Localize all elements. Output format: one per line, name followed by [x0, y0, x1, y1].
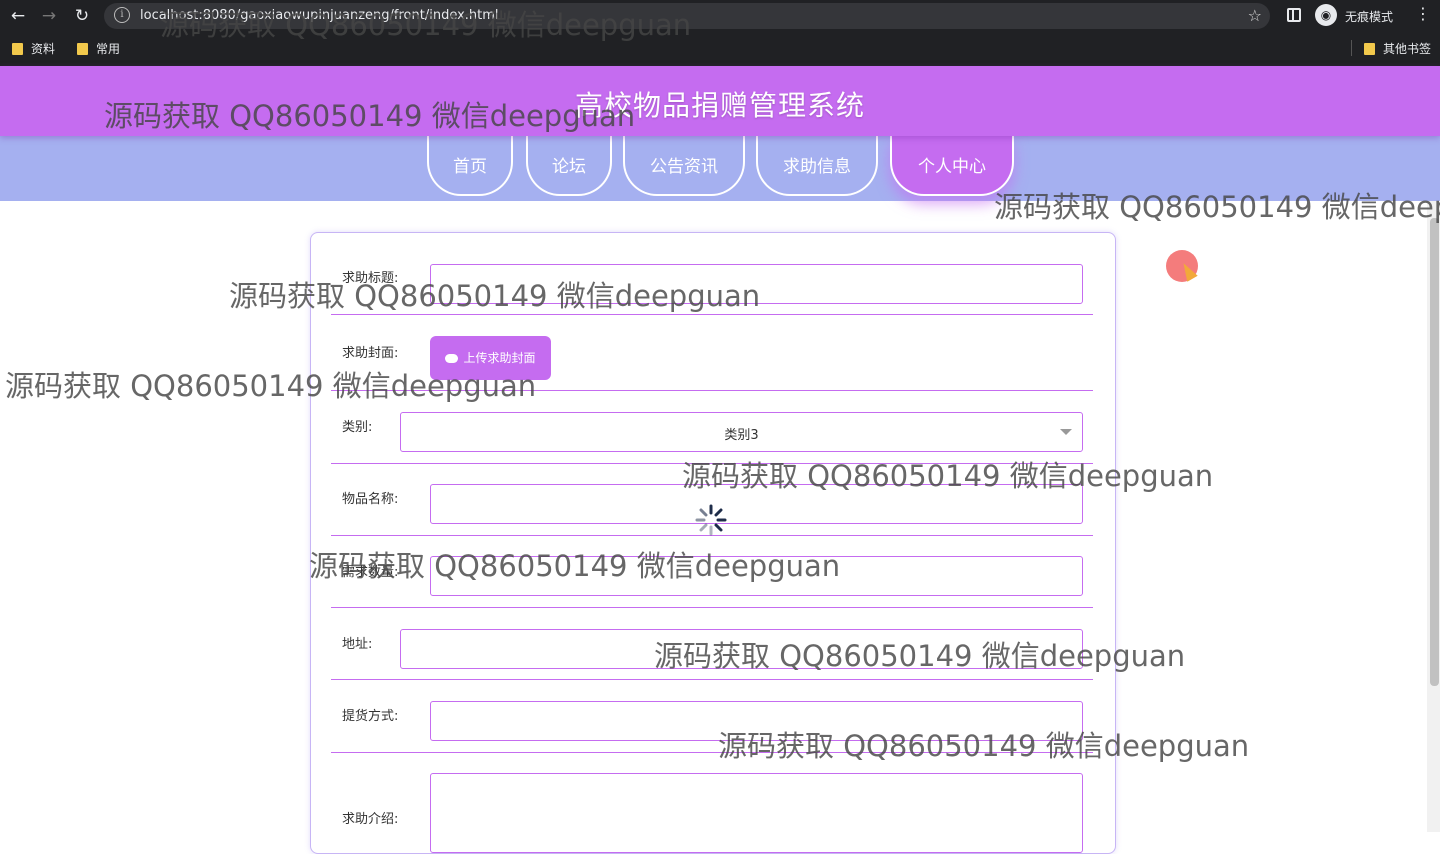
- bookmark-separator: [1351, 40, 1352, 56]
- site-header: 高校物品捐赠管理系统: [0, 66, 1440, 136]
- bookmark-ziliao[interactable]: 资料: [12, 40, 55, 57]
- bookmarks-bar: 资料 常用 其他书签: [0, 34, 1440, 64]
- nav-home[interactable]: 首页: [427, 136, 513, 196]
- intro-textarea[interactable]: [430, 773, 1083, 853]
- category-value: 类别3: [724, 428, 759, 443]
- quantity-input[interactable]: [430, 556, 1083, 596]
- upload-cover-button[interactable]: 上传求助封面: [430, 336, 551, 380]
- side-panel-icon[interactable]: [1287, 8, 1301, 22]
- address-label: 地址:: [342, 637, 373, 652]
- intro-label: 求助介绍:: [342, 812, 399, 827]
- bookmark-label: 其他书签: [1383, 42, 1432, 56]
- category-label: 类别:: [342, 420, 373, 435]
- kebab-menu-icon[interactable]: ⋮: [1415, 4, 1431, 23]
- chevron-down-icon: [1060, 429, 1072, 435]
- divider: [331, 390, 1093, 391]
- nav-announcements[interactable]: 公告资讯: [623, 136, 745, 196]
- bookmark-label: 资料: [31, 42, 56, 56]
- browser-chrome: ← → ↻ i localhost:8080/gaoxiaowupinjuanz…: [0, 0, 1440, 66]
- address-bar[interactable]: i localhost:8080/gaoxiaowupinjuanzeng/fr…: [104, 3, 1270, 29]
- site-title: 高校物品捐赠管理系统: [574, 89, 865, 122]
- bookmark-other[interactable]: 其他书签: [1364, 40, 1431, 57]
- divider: [331, 463, 1093, 464]
- arrow-left-icon[interactable]: ←: [7, 5, 29, 27]
- incognito-icon[interactable]: ◉: [1315, 4, 1337, 26]
- arrow-right-icon[interactable]: →: [38, 5, 60, 27]
- scrollbar-thumb[interactable]: [1430, 218, 1439, 686]
- cover-label: 求助封面:: [342, 346, 399, 361]
- bookmark-changyong[interactable]: 常用: [77, 40, 120, 57]
- upload-button-label: 上传求助封面: [463, 351, 536, 365]
- star-icon[interactable]: ☆: [1248, 6, 1262, 25]
- incognito-label[interactable]: 无痕模式: [1345, 8, 1393, 25]
- folder-icon: [77, 43, 88, 55]
- item-name-label: 物品名称:: [342, 492, 399, 507]
- folder-icon: [1364, 43, 1375, 55]
- divider: [331, 679, 1093, 680]
- bookmark-label: 常用: [96, 42, 121, 56]
- help-request-form: 求助标题: 求助封面: 上传求助封面 类别: 类别3 物品名称: 需求数量: 地…: [310, 232, 1116, 854]
- cloud-upload-icon: [445, 354, 459, 363]
- category-select[interactable]: 类别3: [400, 412, 1083, 452]
- divider: [331, 607, 1093, 608]
- nav-forum[interactable]: 论坛: [526, 136, 612, 196]
- address-input[interactable]: [400, 629, 1083, 669]
- title-input[interactable]: [430, 264, 1083, 304]
- info-icon[interactable]: i: [114, 7, 130, 23]
- title-label: 求助标题:: [342, 271, 399, 286]
- divider: [331, 752, 1093, 753]
- reload-icon[interactable]: ↻: [71, 5, 93, 27]
- nav-help-requests[interactable]: 求助信息: [756, 136, 878, 196]
- url-text[interactable]: localhost:8080/gaoxiaowupinjuanzeng/fron…: [140, 8, 499, 23]
- browser-toolbar: ← → ↻ i localhost:8080/gaoxiaowupinjuanz…: [0, 0, 1440, 32]
- quantity-label: 需求数量:: [342, 565, 399, 580]
- nav-personal-center[interactable]: 个人中心: [890, 136, 1014, 196]
- pickup-input[interactable]: [430, 701, 1083, 741]
- folder-icon: [12, 43, 23, 55]
- main-nav: 首页 论坛 公告资讯 求助信息 个人中心: [0, 136, 1440, 201]
- divider: [331, 314, 1093, 315]
- loading-spinner-icon: [695, 504, 727, 536]
- pickup-label: 提货方式:: [342, 709, 399, 724]
- item-name-input[interactable]: [430, 484, 1083, 524]
